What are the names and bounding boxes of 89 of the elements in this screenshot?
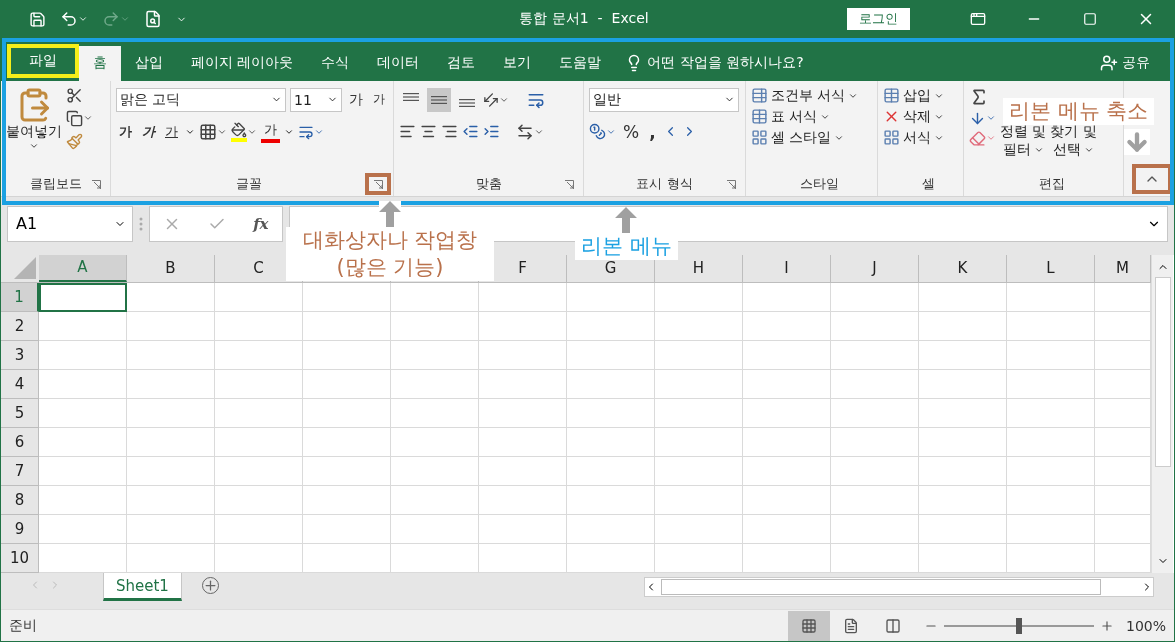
group-label: 클립보드: [28, 175, 83, 194]
collapse-ribbon-button[interactable]: [1132, 164, 1172, 195]
annotation-text: (많은 기능): [336, 254, 444, 281]
zoom-in-icon[interactable]: [1099, 618, 1114, 633]
zoom-thumb[interactable]: [1015, 617, 1022, 634]
table-icon: [883, 129, 900, 147]
redo-icon[interactable]: [102, 10, 130, 29]
columns-icon: [884, 617, 901, 634]
row-header[interactable]: 8: [1, 485, 39, 515]
underline-button[interactable]: 가: [162, 122, 181, 141]
fill-color-icon[interactable]: [231, 121, 257, 142]
border-icon[interactable]: [199, 122, 227, 141]
align-lines-icon: [431, 95, 447, 104]
merge-icon[interactable]: [516, 122, 544, 141]
name-box[interactable]: A1: [7, 205, 133, 242]
percent-button[interactable]: %: [620, 121, 643, 142]
corner-arrow-icon: [373, 179, 383, 189]
bold-button[interactable]: 가: [116, 122, 135, 141]
zoom-level[interactable]: 100%: [1125, 617, 1166, 634]
share-button[interactable]: 공유: [1100, 45, 1150, 81]
align-lines-icon: [459, 98, 475, 107]
corner-arrow-icon: [726, 179, 736, 189]
group-label: 스타일: [799, 175, 840, 194]
row-header[interactable]: 9: [1, 514, 39, 544]
row-header[interactable]: 7: [1, 456, 39, 486]
table-cell[interactable]: [39, 282, 127, 312]
eraser-icon[interactable]: [969, 129, 996, 147]
corner-arrow-icon: [564, 179, 574, 189]
grow-font-button[interactable]: 가: [346, 90, 366, 109]
group-label: 표시 형식: [635, 175, 694, 194]
copy-icon[interactable]: [66, 109, 93, 127]
horizontal-scrollbar[interactable]: [644, 577, 1154, 598]
row-header[interactable]: 10: [1, 543, 39, 573]
window-title: 통합 문서1 - Excel: [518, 10, 650, 29]
dialog-launcher-button[interactable]: [365, 173, 391, 196]
row-header[interactable]: 5: [1, 398, 39, 428]
annotation-text: 대화상자나 작업창: [302, 227, 478, 254]
cells-menu-button[interactable]: 삭제: [883, 107, 944, 126]
print-preview-icon[interactable]: [144, 10, 162, 29]
style-menu-button[interactable]: 표 서식: [751, 107, 859, 126]
grid-icon: [800, 617, 817, 634]
row-header[interactable]: 1: [1, 282, 39, 312]
status-text: 준비: [9, 616, 37, 635]
font-name-field[interactable]: 맑은 고딕: [116, 87, 286, 112]
table-icon: [751, 108, 768, 126]
row-header[interactable]: 3: [1, 340, 39, 370]
person-plus-icon: [1100, 54, 1118, 73]
sheet-tab[interactable]: Sheet1: [103, 573, 182, 602]
login-button[interactable]: 로그인: [847, 8, 910, 31]
group-label: 셀: [921, 175, 936, 194]
undo-icon[interactable]: [60, 10, 88, 29]
font-size-field[interactable]: 11: [290, 87, 342, 112]
ribbon-tab[interactable]: 홈: [79, 45, 121, 81]
paste-button[interactable]: 붙여넣기: [6, 86, 62, 173]
style-menu-button[interactable]: 조건부 서식: [751, 86, 859, 105]
page-icon: [842, 617, 859, 634]
save-icon[interactable]: [29, 10, 46, 28]
insert-function-button[interactable]: fx: [253, 214, 269, 233]
italic-button[interactable]: 가: [139, 122, 158, 141]
number-format-field[interactable]: 일반: [589, 87, 739, 112]
row-header[interactable]: 2: [1, 311, 39, 341]
font-color-button[interactable]: 가: [261, 120, 280, 143]
align-lines-icon: [403, 92, 419, 101]
vertical-scrollbar[interactable]: [1151, 254, 1173, 574]
table-icon: [883, 87, 900, 105]
currency-icon[interactable]: [589, 123, 616, 141]
table-icon: [751, 129, 768, 147]
ribbon-tab[interactable]: 파일: [7, 44, 79, 79]
style-menu-button[interactable]: 셀 스타일: [751, 128, 859, 147]
sort-filter-button[interactable]: 정렬 및 필터: [1000, 122, 1047, 173]
find-select-button[interactable]: 찾기 및 선택: [1050, 122, 1097, 173]
grip-icon: [139, 215, 143, 232]
shrink-font-button[interactable]: 가: [370, 91, 388, 109]
row-header[interactable]: 6: [1, 427, 39, 457]
orientation-icon[interactable]: [483, 91, 509, 108]
column-header[interactable]: A: [39, 254, 127, 282]
annotation-text: 리본 메뉴 축소: [1009, 98, 1149, 125]
row-header[interactable]: 4: [1, 369, 39, 399]
vertical-align-button[interactable]: [427, 87, 451, 112]
cells-menu-button[interactable]: 서식: [883, 128, 944, 147]
group-label: 맞춤: [474, 175, 503, 194]
group-label: 편집: [1037, 175, 1066, 194]
normal-view-button[interactable]: [787, 610, 830, 641]
comma-button[interactable]: ,: [646, 121, 659, 142]
cells-menu-button[interactable]: 삽입: [883, 86, 944, 105]
group-label: 글꼴: [235, 175, 263, 194]
corner-arrow-icon: [91, 179, 101, 189]
table-icon: [751, 87, 768, 105]
tell-me-search[interactable]: 어떤 작업을 원하시나요?: [625, 45, 804, 81]
